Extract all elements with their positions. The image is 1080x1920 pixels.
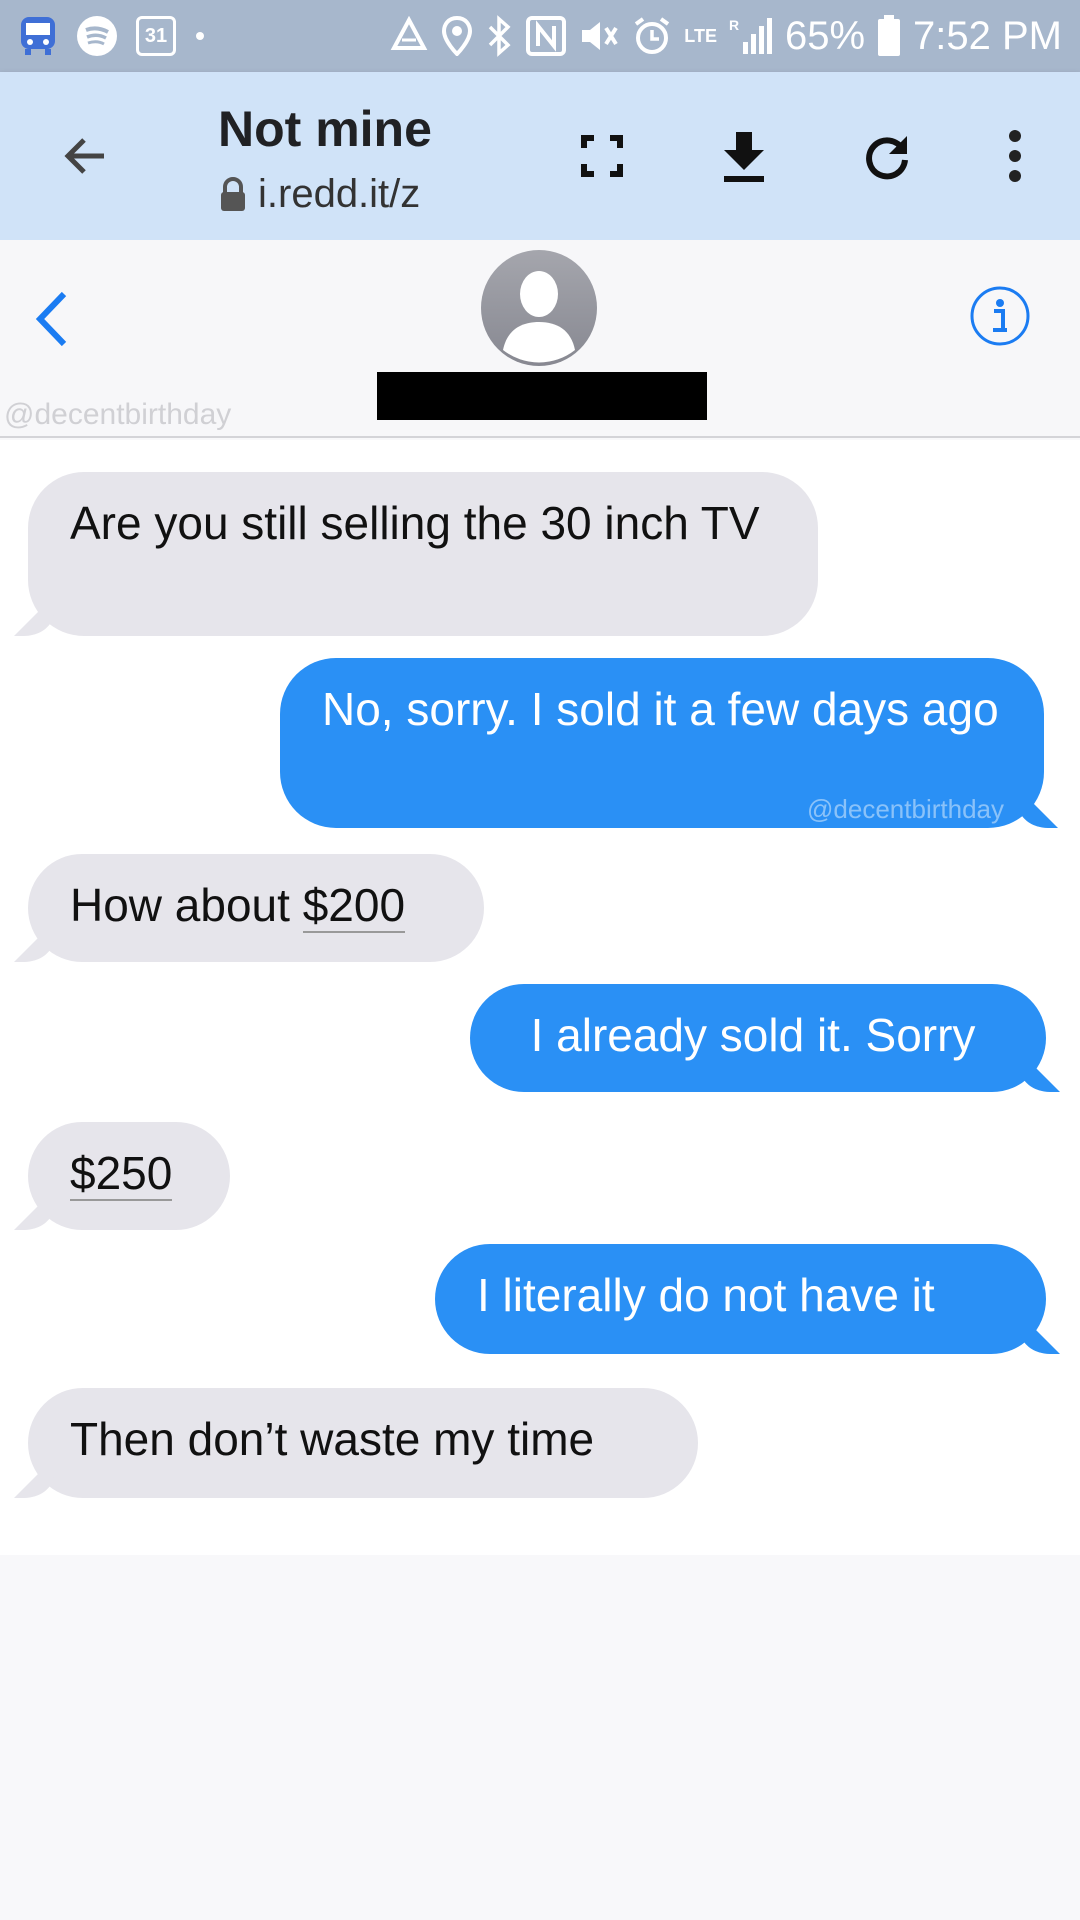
message-bubble-incoming: Then don’t waste my time xyxy=(28,1388,698,1498)
detected-amount-link[interactable]: $250 xyxy=(70,1147,173,1201)
calendar-icon: 31 xyxy=(136,16,176,56)
conversation-header: @decentbirthday xyxy=(0,240,1080,438)
message-bubble-outgoing: I literally do not have it xyxy=(435,1244,1046,1354)
location-icon xyxy=(442,16,473,56)
alarm-icon xyxy=(632,16,672,56)
reload-icon[interactable] xyxy=(855,124,919,188)
recycle-icon xyxy=(388,16,430,56)
battery-percent: 65% xyxy=(784,13,866,58)
message-thread: Are you still selling the 30 inch TV No,… xyxy=(0,440,1080,1555)
back-arrow-icon[interactable] xyxy=(54,124,118,188)
watermark: @decentbirthday xyxy=(4,398,232,431)
message-text: I already sold it. Sorry xyxy=(530,1009,976,1061)
nfc-icon xyxy=(526,16,567,56)
watermark: @decentbirthday xyxy=(807,794,1004,824)
bluetooth-icon xyxy=(484,15,514,57)
message-text: Then don’t waste my time xyxy=(70,1413,595,1465)
message-text: I literally do not have it xyxy=(477,1269,935,1321)
contact-name-redacted xyxy=(377,372,707,420)
signal-icon: R xyxy=(729,16,773,56)
message-bubble-incoming: How about $200 xyxy=(28,854,484,962)
browser-toolbar: Not mine i.redd.it/z xyxy=(0,72,1080,240)
page-title: Not mine xyxy=(218,101,432,157)
fullscreen-icon[interactable] xyxy=(570,124,634,188)
roaming-indicator: R xyxy=(729,17,739,33)
page-background xyxy=(0,1555,1080,1920)
message-text: How about xyxy=(70,879,303,931)
download-icon[interactable] xyxy=(712,124,776,188)
message-bubble-outgoing: I already sold it. Sorry xyxy=(470,984,1046,1092)
message-bubble-incoming: $250 xyxy=(28,1122,230,1230)
status-time: 7:52 PM xyxy=(913,13,1062,58)
avatar[interactable] xyxy=(481,250,597,366)
message-text: No, sorry. I sold it a few days ago xyxy=(322,683,999,735)
message-bubble-outgoing: No, sorry. I sold it a few days ago @dec… xyxy=(280,658,1044,828)
message-bubble-incoming: Are you still selling the 30 inch TV xyxy=(28,472,818,636)
bus-icon xyxy=(18,15,58,57)
lock-icon xyxy=(218,176,248,213)
chevron-left-icon[interactable] xyxy=(28,286,78,352)
info-icon[interactable] xyxy=(968,284,1032,348)
message-text: Are you still selling the 30 inch TV xyxy=(70,497,760,549)
mute-icon xyxy=(578,16,620,56)
spotify-icon xyxy=(76,15,118,57)
battery-icon xyxy=(877,15,901,57)
detected-amount-link[interactable]: $200 xyxy=(302,879,406,933)
url-bar[interactable]: i.redd.it/z xyxy=(218,172,483,217)
dot-icon xyxy=(194,30,206,42)
more-vert-icon[interactable] xyxy=(983,124,1047,188)
status-bar: 31 LTE R 65% 7:52 PM xyxy=(0,0,1080,72)
url-text: i.redd.it/z xyxy=(258,172,421,216)
lte-indicator: LTE xyxy=(684,26,717,46)
